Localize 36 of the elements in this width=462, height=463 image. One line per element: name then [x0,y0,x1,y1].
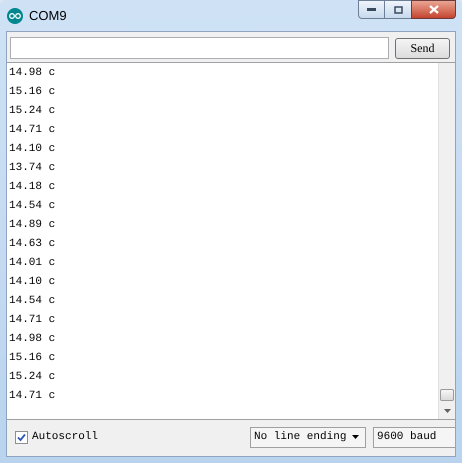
autoscroll-label: Autoscroll [32,430,98,445]
output-line: 15.24 c [9,104,56,119]
dropdown-arrow-icon [352,435,359,439]
send-button[interactable]: Send [395,38,450,58]
output-line: 14.71 c [9,389,56,404]
output-line: 14.18 c [9,180,56,195]
check-icon [17,432,26,442]
output-line: 14.71 c [9,123,56,138]
down-arrow-icon [444,409,450,413]
output-line: 13.74 c [9,161,56,176]
output-line: 15.16 c [9,351,56,366]
output-line: 14.98 c [9,66,56,81]
output-line: 14.10 c [9,275,56,290]
line-ending-dropdown[interactable]: No line ending [250,426,366,448]
message-input-field[interactable] [10,37,389,59]
autoscroll-checkbox[interactable] [15,430,28,444]
output-line: 14.10 c [9,142,56,157]
baud-rate-dropdown[interactable]: 9600 baud [373,426,455,448]
output-line: 14.98 c [9,332,56,347]
window-title: COM9 [29,6,67,25]
output-line: 14.63 c [9,237,56,252]
output-line: 14.89 c [9,218,56,233]
close-button[interactable] [411,0,456,19]
close-icon [428,5,438,14]
maximize-icon [394,6,402,14]
output-line: 14.54 c [9,294,56,309]
output-line: 14.71 c [9,313,56,328]
output-line: 14.01 c [9,256,56,271]
app-logo-icon [7,8,23,24]
output-line: 14.54 c [9,199,56,214]
output-line: 15.16 c [9,85,56,100]
minimize-icon [367,8,376,11]
maximize-button[interactable] [385,0,411,19]
minimize-button[interactable] [358,0,385,19]
output-line: 15.24 c [9,370,56,385]
scrollbar-thumb[interactable] [440,389,454,401]
